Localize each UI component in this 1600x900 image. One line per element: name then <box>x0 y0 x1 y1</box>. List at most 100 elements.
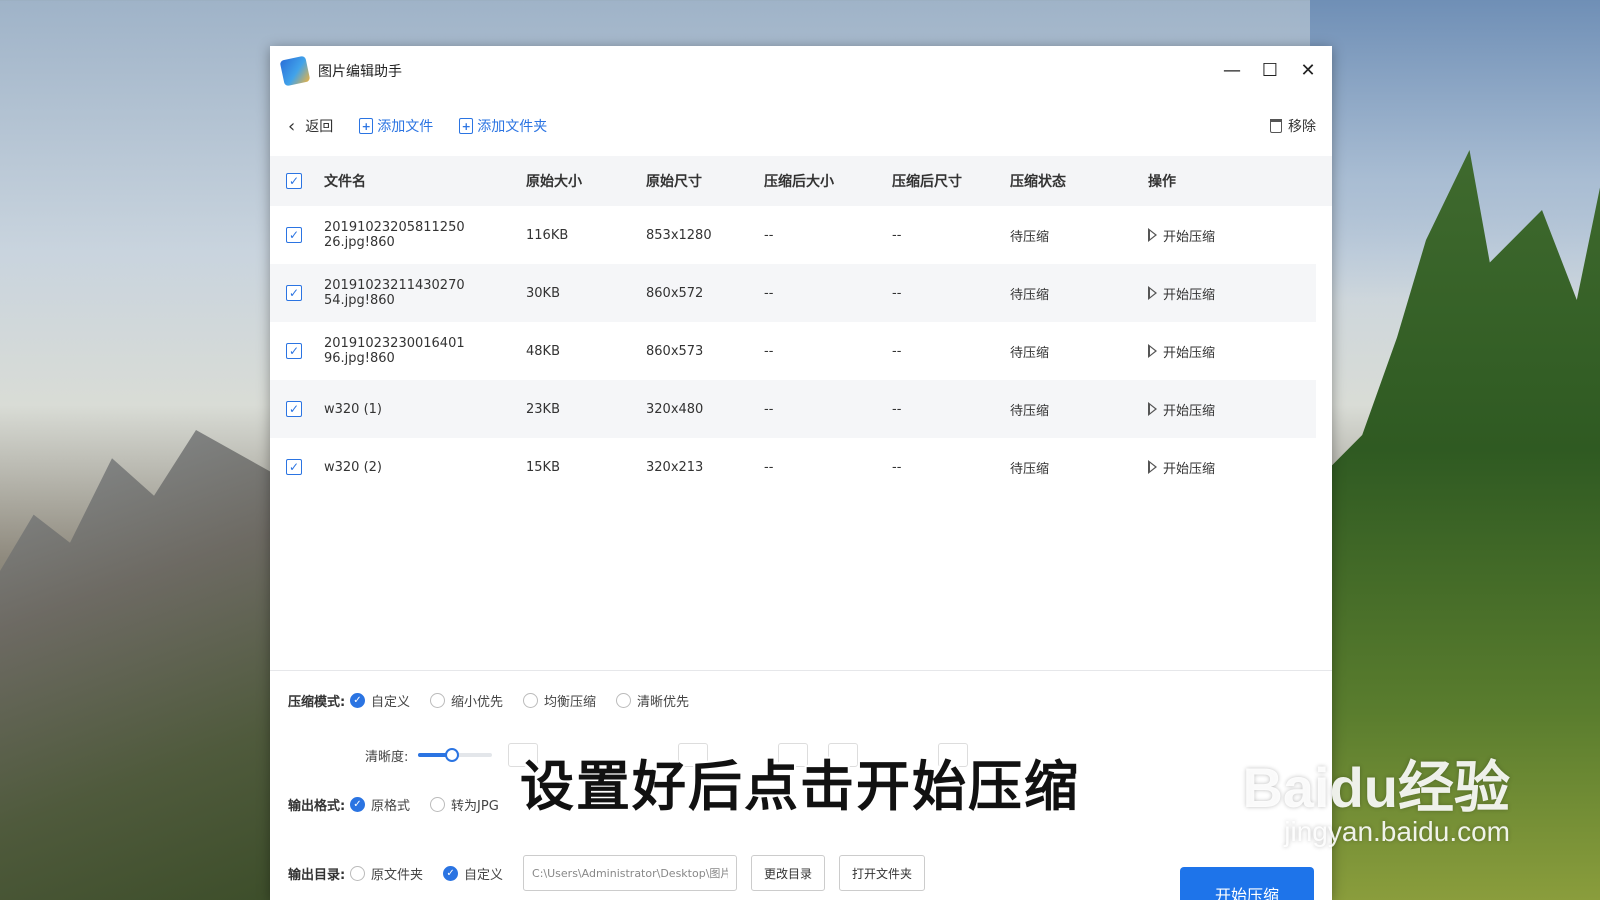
radio-label: 自定义 <box>464 867 504 883</box>
radio-label: 缩小优先 <box>451 695 504 710</box>
table-body: ✓ 20191023205811250​26.jpg!860 116KB 853… <box>270 206 1332 496</box>
radio-checked-icon: ✓ <box>443 865 459 881</box>
add-file-icon: + <box>359 118 374 134</box>
row-checkbox[interactable]: ✓ <box>286 343 302 359</box>
radio-label: 原文件夹 <box>371 867 424 883</box>
radio-label: 自定义 <box>371 695 411 710</box>
select-all-checkbox[interactable]: ✓ <box>286 173 302 189</box>
cell-comp-size: -- <box>764 285 774 301</box>
start-compress-row-button[interactable]: 开始压缩 <box>1148 226 1215 245</box>
cell-orig-dim: 320x480 <box>646 401 704 417</box>
cell-comp-dim: -- <box>892 459 902 475</box>
op-label: 开始压缩 <box>1163 461 1216 477</box>
radio-icon <box>616 693 632 708</box>
add-file-label: 添加文件 <box>377 119 434 135</box>
play-icon <box>1148 402 1157 416</box>
table-header: ✓ 文件名 原始大小 原始尺寸 压缩后大小 压缩后尺寸 压缩状态 操作 <box>270 156 1332 206</box>
cell-comp-size: -- <box>764 459 774 475</box>
header-comp-size: 压缩后大小 <box>764 174 834 190</box>
start-compress-row-button[interactable]: 开始压缩 <box>1148 458 1215 477</box>
cell-status: 待压缩 <box>1010 287 1050 303</box>
cell-orig-dim: 860x573 <box>646 343 704 359</box>
radio-icon <box>350 865 365 881</box>
back-button[interactable]: ‹ 返回 <box>288 116 333 137</box>
mode-radio-custom[interactable]: ✓ 自定义 <box>350 691 410 710</box>
cell-orig-dim: 320x213 <box>646 459 704 475</box>
add-file-button[interactable]: + 添加文件 <box>359 116 433 136</box>
play-icon <box>1148 344 1157 358</box>
mode-radio-balanced[interactable]: 均衡压缩 <box>523 691 596 710</box>
toolbar: ‹ 返回 + 添加文件 + 添加文件夹 移除 <box>270 96 1332 156</box>
cell-orig-dim: 853x1280 <box>646 227 712 243</box>
mode-label: 压缩模式: <box>288 695 346 710</box>
back-label: 返回 <box>305 119 334 135</box>
cell-name: w320 (2) <box>324 459 382 475</box>
op-label: 开始压缩 <box>1163 229 1216 245</box>
minimize-button[interactable]: — <box>1220 56 1244 84</box>
header-status: 压缩状态 <box>1010 174 1066 190</box>
dir-label: 输出目录: <box>288 867 346 883</box>
header-orig-dim: 原始尺寸 <box>646 174 702 190</box>
row-checkbox[interactable]: ✓ <box>286 401 302 417</box>
maximize-button[interactable]: ☐ <box>1258 56 1282 84</box>
cell-name: 20191023211430270​54.jpg!860 <box>324 278 465 308</box>
cell-orig-dim: 860x572 <box>646 285 704 301</box>
table-row: ✓ w320 (2) 15KB 320x213 -- -- 待压缩 开始压缩 <box>270 438 1316 496</box>
radio-icon <box>523 693 539 708</box>
close-button[interactable]: ✕ <box>1296 56 1320 84</box>
play-icon <box>1148 460 1157 474</box>
trash-icon <box>1270 119 1282 133</box>
window-controls: — ☐ ✕ <box>1220 56 1320 84</box>
start-compress-button[interactable]: 开始压缩 <box>1180 867 1314 900</box>
table-row: ✓ 20191023205811250​26.jpg!860 116KB 853… <box>270 206 1316 264</box>
op-label: 开始压缩 <box>1163 403 1216 419</box>
chevron-left-icon: ‹ <box>288 115 296 137</box>
add-folder-icon: + <box>459 118 474 134</box>
radio-label: 均衡压缩 <box>544 695 597 710</box>
cell-comp-size: -- <box>764 343 774 359</box>
start-compress-row-button[interactable]: 开始压缩 <box>1148 342 1215 361</box>
remove-button[interactable]: 移除 <box>1270 116 1316 136</box>
desktop-mountain <box>0 430 280 900</box>
dir-radio-original[interactable]: 原文件夹 <box>350 864 423 883</box>
app-title: 图片编辑助手 <box>318 64 402 80</box>
radio-icon <box>430 693 446 708</box>
cell-orig-size: 15KB <box>526 459 560 475</box>
watermark-brand: Baidu经验 <box>1242 756 1510 819</box>
output-dir-row: 输出目录: 原文件夹 ✓ 自定义 更改目录 打开文件夹 <box>288 855 939 891</box>
radio-label: 清晰优先 <box>637 695 690 710</box>
radio-checked-icon: ✓ <box>350 693 365 708</box>
cell-orig-size: 48KB <box>526 343 560 359</box>
mode-row: 压缩模式: ✓ 自定义 缩小优先 均衡压缩 清晰优先 <box>288 691 709 710</box>
dir-radio-custom[interactable]: ✓ 自定义 <box>443 864 503 883</box>
header-op: 操作 <box>1148 174 1176 190</box>
watermark-url: jingyan.baidu.com <box>1284 816 1510 847</box>
table-row: ✓ w320 (1) 23KB 320x480 -- -- 待压缩 开始压缩 <box>270 380 1316 438</box>
row-checkbox[interactable]: ✓ <box>286 227 302 243</box>
app-logo-icon <box>279 55 311 87</box>
add-folder-label: 添加文件夹 <box>477 119 548 135</box>
start-compress-row-button[interactable]: 开始压缩 <box>1148 400 1215 419</box>
row-checkbox[interactable]: ✓ <box>286 285 302 301</box>
row-checkbox[interactable]: ✓ <box>286 459 302 475</box>
output-path-input[interactable] <box>523 855 738 891</box>
cell-comp-dim: -- <box>892 343 902 359</box>
cell-orig-size: 30KB <box>526 285 560 301</box>
cell-status: 待压缩 <box>1010 229 1050 245</box>
add-folder-button[interactable]: + 添加文件夹 <box>459 116 547 136</box>
mode-radio-clarity-first[interactable]: 清晰优先 <box>616 691 689 710</box>
cell-orig-size: 116KB <box>526 227 569 243</box>
start-compress-row-button[interactable]: 开始压缩 <box>1148 284 1215 303</box>
cell-name: 20191023230016401​96.jpg!860 <box>324 336 465 366</box>
cell-comp-size: -- <box>764 227 774 243</box>
cell-comp-dim: -- <box>892 227 902 243</box>
mode-radio-small-first[interactable]: 缩小优先 <box>430 691 503 710</box>
header-name: 文件名 <box>324 174 366 190</box>
cell-orig-size: 23KB <box>526 401 560 417</box>
open-folder-button[interactable]: 打开文件夹 <box>839 855 926 891</box>
change-dir-button[interactable]: 更改目录 <box>751 855 826 891</box>
title-bar: 图片编辑助手 — ☐ ✕ <box>270 46 1332 96</box>
baidu-watermark: Baidu经验 jingyan.baidu.com <box>1242 760 1510 848</box>
cell-comp-dim: -- <box>892 401 902 417</box>
op-label: 开始压缩 <box>1163 287 1216 303</box>
